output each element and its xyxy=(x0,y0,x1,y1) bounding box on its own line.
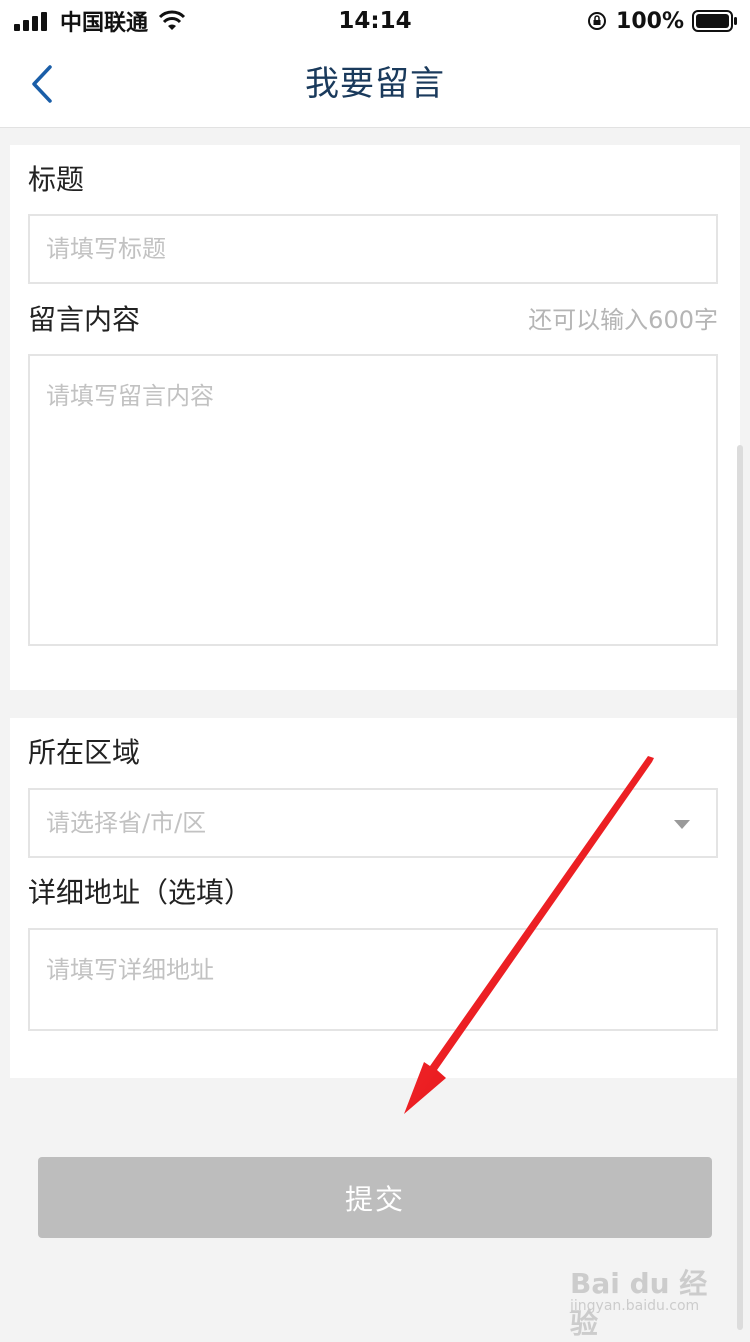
title-input[interactable] xyxy=(28,214,718,284)
char-counter: 还可以输入600字 xyxy=(528,306,718,334)
battery-icon xyxy=(692,10,737,32)
submit-button[interactable]: 提交 xyxy=(38,1157,712,1238)
watermark-url: jingyan.baidu.com xyxy=(570,1298,700,1314)
scrollbar[interactable] xyxy=(737,445,743,1330)
address-card: 所在区域 请选择省/市/区 详细地址（选填） xyxy=(10,718,740,1078)
page-title: 我要留言 xyxy=(305,64,445,104)
rotation-lock-icon xyxy=(588,12,607,30)
content-textarea[interactable] xyxy=(28,354,718,646)
battery-percent: 100% xyxy=(616,8,684,34)
address-label: 详细地址（选填） xyxy=(28,876,253,909)
content-label: 留言内容 xyxy=(28,303,141,336)
status-right: 100% xyxy=(586,6,738,36)
region-select[interactable]: 请选择省/市/区 xyxy=(28,788,718,858)
region-placeholder: 请选择省/市/区 xyxy=(46,809,207,837)
caret-down-icon xyxy=(674,820,690,829)
address-textarea[interactable] xyxy=(28,928,718,1031)
nav-bar: 我要留言 xyxy=(0,42,750,128)
message-card: 标题 留言内容 还可以输入600字 xyxy=(10,145,740,690)
watermark: Bai du 经验 jingyan.baidu.com xyxy=(570,1262,710,1340)
region-label: 所在区域 xyxy=(28,736,141,769)
title-label: 标题 xyxy=(28,163,85,196)
status-bar: 中国联通 14:14 100% xyxy=(0,0,750,42)
